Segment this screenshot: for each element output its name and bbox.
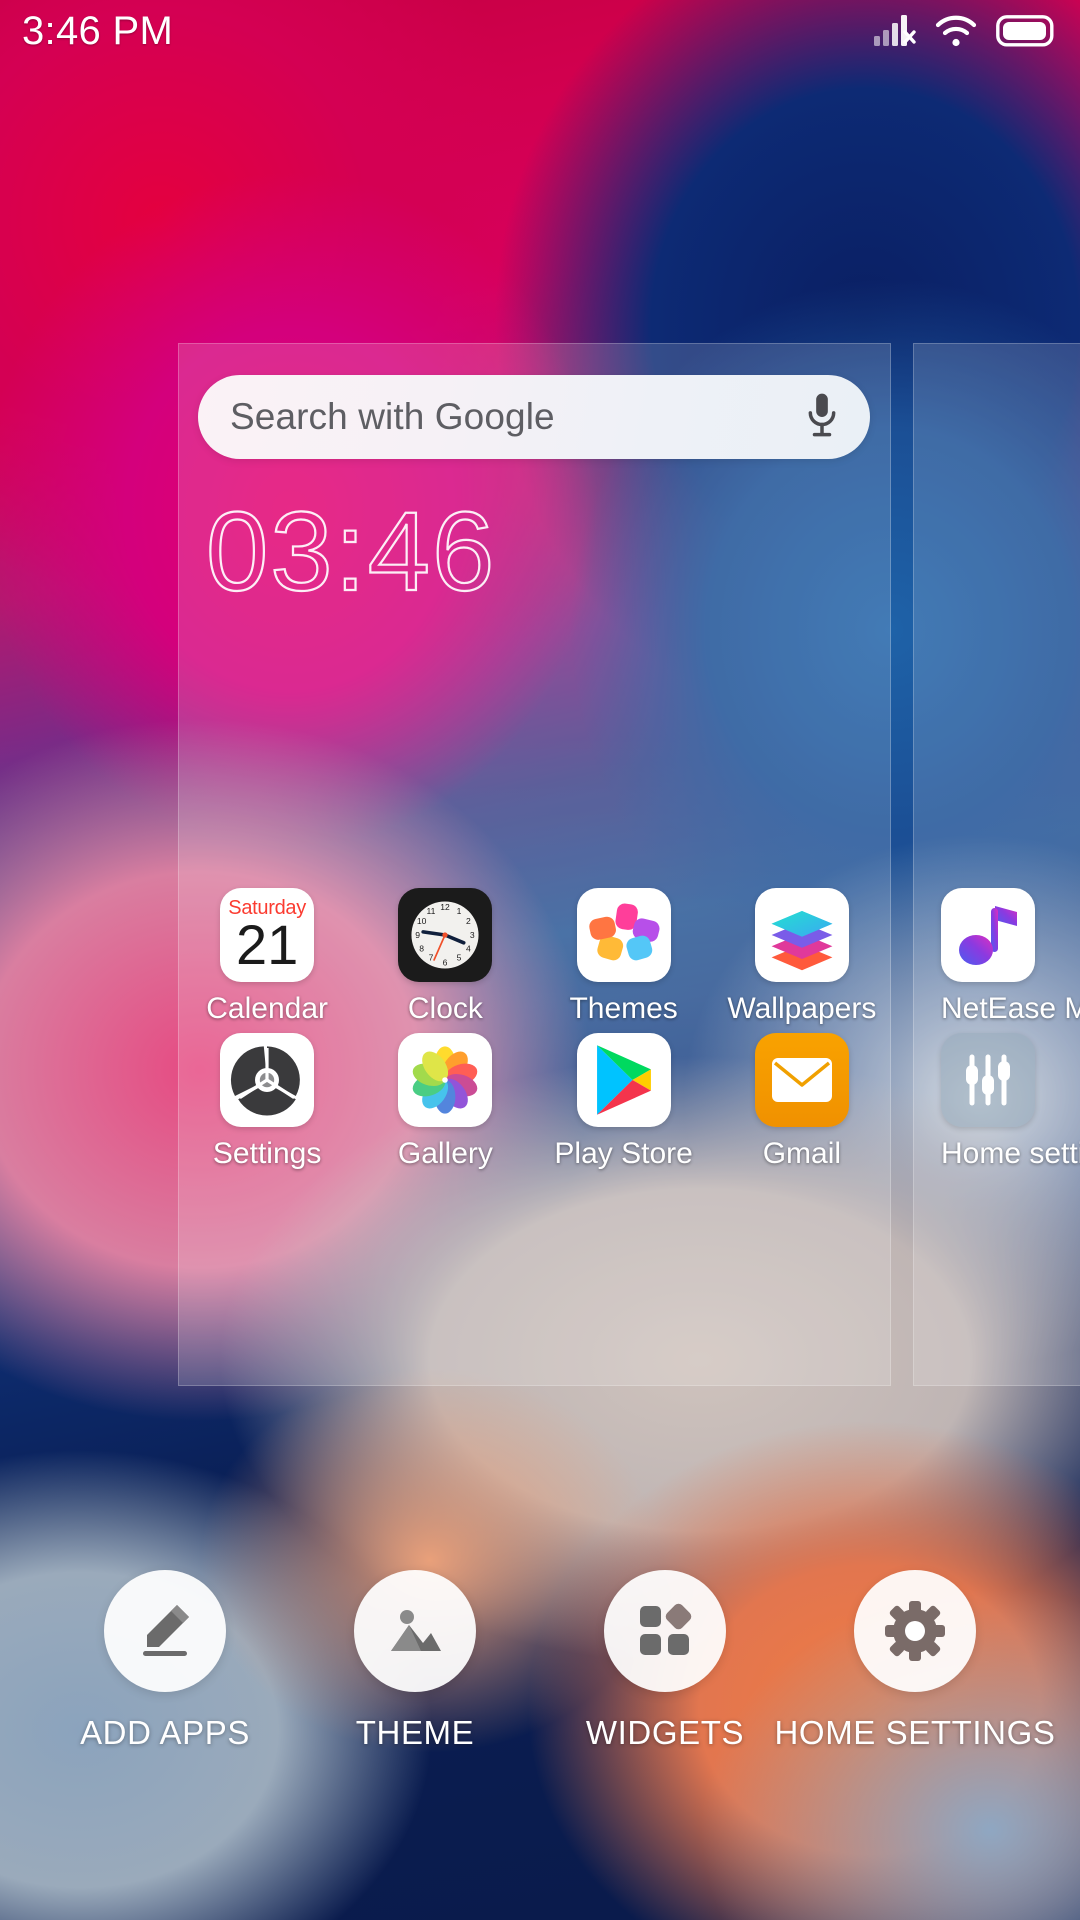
status-bar-clock: 3:46 PM (22, 8, 174, 53)
svg-text:12: 12 (441, 902, 451, 912)
pencil-icon (104, 1570, 226, 1692)
svg-text:3: 3 (470, 930, 475, 940)
image-icon (354, 1570, 476, 1692)
netease-music-icon (941, 888, 1035, 982)
clock-widget-time: 03:46 (205, 489, 497, 614)
svg-text:6: 6 (443, 957, 448, 967)
home-settings-tile-icon (941, 1033, 1035, 1127)
app-icon-themes[interactable]: Themes (535, 888, 713, 1026)
app-icon-netease-music[interactable]: NetEase M... (941, 888, 1080, 1026)
app-label: Gmail (762, 1137, 842, 1170)
app-icon-settings[interactable]: Settings (178, 1033, 356, 1171)
app-icon-wallpapers[interactable]: Wallpapers (713, 888, 891, 1026)
svg-text:1: 1 (457, 906, 462, 916)
svg-text:9: 9 (416, 930, 421, 940)
wifi-icon (935, 15, 977, 47)
google-search-widget[interactable]: Search with Google (198, 375, 870, 459)
signal-no-service-icon (874, 15, 916, 46)
microphone-icon[interactable] (802, 392, 842, 442)
app-icon-clock[interactable]: 12 1 2 345 678 9 10 11 Clock (356, 888, 534, 1026)
themes-icon (576, 888, 671, 982)
clock-widget[interactable]: 03:46 (205, 489, 536, 614)
play-store-icon (576, 1033, 671, 1127)
status-bar-icons (872, 12, 1054, 50)
app-row-2: Settings Gallery Play Store Gmail (178, 1033, 891, 1171)
svg-text:7: 7 (429, 953, 434, 963)
app-icon-home-settings-tile[interactable]: Home setti... (941, 1033, 1080, 1171)
app-icon-calendar[interactable]: Saturday 21 Calendar (178, 888, 356, 1026)
search-input[interactable]: Search with Google (230, 396, 802, 438)
home-edit-toolbar: ADD APPS THEME WIDGETS HOME SETTINGS (0, 1570, 1080, 1830)
toolbar-button-home-settings[interactable]: HOME SETTINGS (775, 1570, 1055, 1752)
app-icon-play-store[interactable]: Play Store (535, 1033, 713, 1171)
toolbar-button-add-apps[interactable]: ADD APPS (60, 1570, 270, 1752)
app-label: Gallery (397, 1137, 493, 1170)
widgets-icon (604, 1570, 726, 1692)
svg-text:8: 8 (420, 943, 425, 953)
app-label: Play Store (554, 1137, 693, 1170)
toolbar-label: HOME SETTINGS (774, 1714, 1056, 1751)
wallpapers-icon (754, 888, 849, 982)
app-label: Home setti... (941, 1137, 1080, 1170)
app-label: NetEase M... (941, 992, 1080, 1025)
app-label: Clock (407, 992, 483, 1025)
clock-icon: 12 1 2 345 678 9 10 11 (398, 888, 493, 982)
settings-icon (220, 1033, 315, 1127)
svg-text:4: 4 (466, 943, 471, 953)
calendar-date-number: 21 (235, 913, 299, 976)
app-label: Wallpapers (727, 992, 877, 1025)
calendar-icon: Saturday 21 (220, 888, 315, 982)
svg-text:5: 5 (457, 953, 462, 963)
svg-text:11: 11 (427, 906, 436, 916)
app-label: Themes (569, 992, 678, 1025)
app-icon-gmail[interactable]: Gmail (713, 1033, 891, 1171)
toolbar-label: ADD APPS (80, 1714, 250, 1751)
toolbar-label: WIDGETS (585, 1714, 745, 1751)
gmail-icon (754, 1033, 849, 1127)
toolbar-label: THEME (355, 1714, 475, 1751)
gallery-icon (398, 1033, 493, 1127)
page-preview-card-next[interactable]: NetEase M... (913, 343, 1080, 1386)
svg-text:2: 2 (466, 916, 471, 926)
app-row-1: Saturday 21 Calendar 12 1 2 345 678 9 10 11 (178, 888, 891, 1026)
battery-icon (996, 15, 1054, 47)
app-label: Calendar (206, 992, 328, 1025)
svg-text:10: 10 (417, 916, 427, 926)
page-preview-card-current[interactable]: Search with Google 03:46 Saturday 21 Cal… (178, 343, 891, 1386)
status-bar: 3:46 PM (0, 0, 1080, 62)
toolbar-button-theme[interactable]: THEME (310, 1570, 520, 1752)
app-icon-gallery[interactable]: Gallery (356, 1033, 534, 1171)
gear-icon (854, 1570, 976, 1692)
toolbar-button-widgets[interactable]: WIDGETS (560, 1570, 770, 1752)
app-label: Settings (212, 1137, 322, 1170)
